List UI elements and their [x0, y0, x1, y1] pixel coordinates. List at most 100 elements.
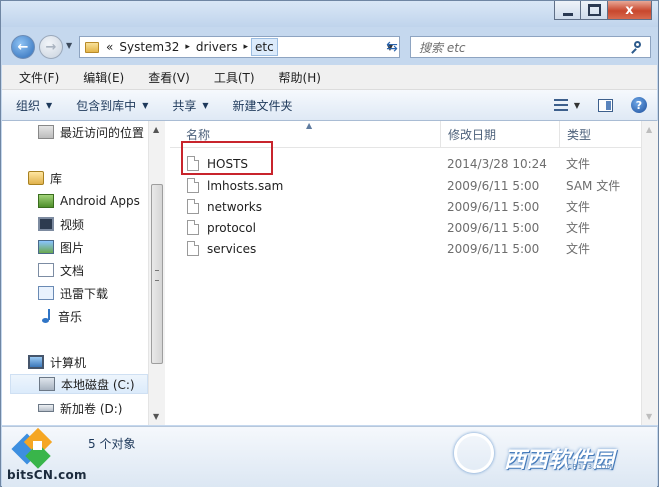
recent-places-icon [38, 125, 54, 139]
watermark-left: bitsCN.com [7, 468, 87, 482]
file-name: services [207, 241, 257, 256]
file-row[interactable]: lmhosts.sam 2009/6/11 5:00 SAM 文件 [170, 175, 641, 196]
watermark-logo-icon [454, 433, 494, 473]
details-pane: 5 个对象 bitsCN.com 西西软件园 CR173.COM [2, 426, 657, 487]
scroll-down-icon[interactable]: ▼ [153, 412, 159, 421]
address-segment-etc[interactable]: etc [251, 38, 278, 56]
file-type: 文件 [566, 221, 591, 235]
file-name-cell: protocol [187, 217, 256, 238]
file-icon [187, 220, 199, 235]
help-icon[interactable]: ? [631, 97, 647, 113]
menu-tools[interactable]: 工具(T) [198, 69, 263, 86]
file-list: ▲ 名称 修改日期 类型 HOSTS 2014/3/28 10:24 文件 lm… [170, 121, 641, 425]
search-input[interactable]: 搜索 etc [411, 39, 466, 56]
file-row[interactable]: protocol 2009/6/11 5:00 文件 [170, 217, 641, 238]
scroll-down-icon[interactable]: ▼ [646, 412, 652, 421]
nav-item-android-apps[interactable]: Android Apps [38, 191, 140, 211]
folder-icon [85, 41, 99, 53]
command-bar-right: ▼ ? [553, 90, 657, 120]
file-row[interactable]: networks 2009/6/11 5:00 文件 [170, 196, 641, 217]
file-type: SAM 文件 [566, 179, 621, 193]
organize-label: 组织 [16, 98, 41, 113]
address-segment-system32[interactable]: System32 [116, 40, 182, 54]
nav-item-videos[interactable]: 视频 [38, 214, 84, 234]
nav-item-computer[interactable]: 计算机 [28, 352, 86, 372]
nav-item-label: 最近访问的位置 [60, 125, 145, 140]
nav-item-pictures[interactable]: 图片 [38, 237, 84, 257]
chevron-down-icon: ▼ [46, 100, 53, 110]
music-note-icon [42, 309, 52, 323]
nav-item-drive-c[interactable]: 本地磁盘 (C:) [10, 374, 148, 394]
file-list-scrollbar[interactable]: ▲ ▼ [641, 121, 658, 425]
search-icon[interactable] [631, 41, 644, 54]
library-icon [28, 171, 44, 185]
scroll-up-icon[interactable]: ▲ [153, 125, 159, 134]
scroll-up-icon[interactable]: ▲ [646, 125, 652, 134]
document-icon [38, 263, 54, 277]
nav-item-music[interactable]: 音乐 [42, 306, 82, 326]
video-icon [38, 217, 54, 231]
column-header-type[interactable]: 类型 [559, 121, 641, 147]
address-overflow[interactable]: « [103, 40, 116, 54]
forward-button[interactable]: → [39, 35, 63, 59]
menu-file[interactable]: 文件(F) [2, 69, 67, 86]
file-name: networks [207, 199, 262, 214]
new-folder-button[interactable]: 新建文件夹 [219, 97, 303, 114]
recent-pages-dropdown[interactable]: ▼ [66, 41, 72, 50]
column-header-type-label: 类型 [567, 127, 592, 142]
organize-button[interactable]: 组织 ▼ [2, 97, 62, 114]
nav-item-thunder-downloads[interactable]: 迅雷下载 [38, 283, 108, 303]
nav-item-drive-d[interactable]: 新加卷 (D:) [38, 398, 122, 418]
address-bar[interactable]: « System32 ▸ drivers ▸ etc ▼ [79, 36, 400, 58]
refresh-icon: ⇆ [386, 39, 398, 55]
navigation-scrollbar[interactable]: ▲ ▼ [148, 121, 165, 425]
hard-drive-icon [39, 377, 55, 391]
explorer-window: x ← → ▼ « System32 ▸ drivers ▸ etc ▼ ⇆ 搜… [0, 0, 659, 487]
chevron-down-icon: ▼ [142, 100, 149, 110]
view-options-icon[interactable] [553, 99, 568, 111]
address-segment-drivers[interactable]: drivers [193, 40, 241, 54]
menu-edit[interactable]: 编辑(E) [67, 69, 132, 86]
download-folder-icon [38, 286, 54, 300]
address-separator-icon[interactable]: ▸ [240, 42, 251, 52]
file-icon [187, 241, 199, 256]
maximize-button[interactable] [581, 1, 608, 20]
computer-icon [28, 355, 44, 369]
navigation-pane: 最近访问的位置 库 Android Apps 视频 图片 文档 迅雷下载 音乐 … [2, 121, 166, 425]
include-in-library-button[interactable]: 包含到库中 ▼ [62, 97, 158, 114]
address-separator-icon[interactable]: ▸ [182, 42, 193, 52]
watermark-right-sub: CR173.COM [567, 463, 614, 471]
share-button[interactable]: 共享 ▼ [158, 97, 218, 114]
file-icon [187, 178, 199, 193]
nav-item-documents[interactable]: 文档 [38, 260, 84, 280]
scrollbar-thumb[interactable] [151, 184, 163, 364]
menu-help[interactable]: 帮助(H) [263, 69, 329, 86]
file-name: protocol [207, 220, 256, 235]
minimize-icon [562, 12, 573, 16]
close-button[interactable]: x [608, 1, 652, 20]
nav-item-recent[interactable]: 最近访问的位置 [38, 122, 144, 142]
share-label: 共享 [172, 98, 197, 113]
minimize-button[interactable] [554, 1, 581, 20]
file-name: lmhosts.sam [207, 178, 284, 193]
preview-pane-icon[interactable] [598, 98, 613, 112]
column-header-date[interactable]: 修改日期 [440, 121, 560, 147]
nav-item-label: 库 [50, 171, 63, 186]
menu-bar: 文件(F) 编辑(E) 查看(V) 工具(T) 帮助(H) [2, 65, 657, 90]
view-dropdown-icon[interactable]: ▼ [574, 101, 580, 110]
nav-item-label: 图片 [60, 240, 85, 255]
bitscn-logo-icon [11, 427, 54, 469]
file-row[interactable]: services 2009/6/11 5:00 文件 [170, 238, 641, 259]
file-name-cell: services [187, 238, 256, 259]
title-bar: x [1, 1, 658, 27]
back-button[interactable]: ← [11, 35, 35, 59]
menu-view[interactable]: 查看(V) [132, 69, 198, 86]
nav-item-libraries[interactable]: 库 [28, 168, 62, 188]
refresh-button[interactable]: ⇆ [380, 36, 404, 58]
file-name-cell: lmhosts.sam [187, 175, 283, 196]
nav-item-label: 迅雷下载 [60, 286, 109, 301]
search-box[interactable]: 搜索 etc [410, 36, 651, 58]
file-type: 文件 [566, 157, 591, 171]
file-date: 2009/6/11 5:00 [447, 220, 540, 235]
file-date: 2009/6/11 5:00 [447, 199, 540, 214]
